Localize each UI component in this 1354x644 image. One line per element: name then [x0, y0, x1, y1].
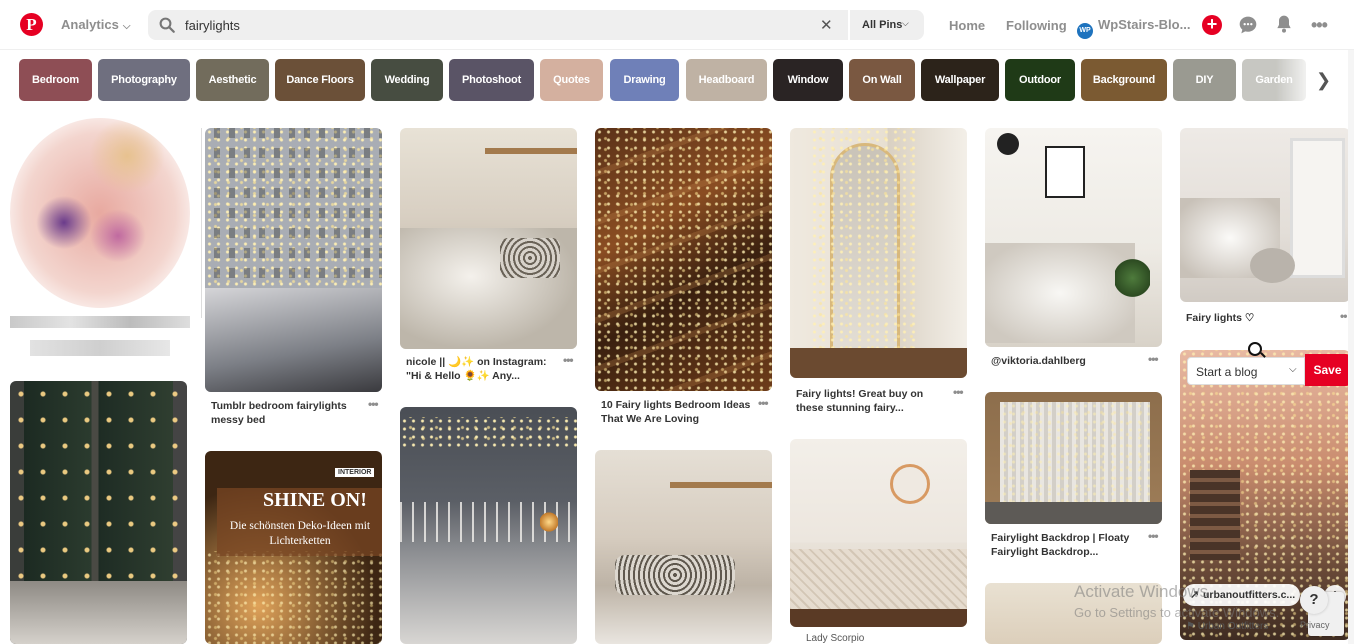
pin-more-icon[interactable]: •• [1340, 309, 1347, 323]
pin-title[interactable]: Fairy lights! Great buy on these stunnin… [796, 387, 946, 415]
clear-search-icon[interactable]: ✕ [820, 16, 833, 34]
category-pill-bedroom[interactable]: Bedroom [19, 59, 92, 101]
pin-tag: INTERIOR [335, 468, 375, 477]
pin-curtain-backdrop[interactable] [985, 392, 1162, 524]
search-input[interactable]: fairylights [185, 18, 240, 33]
category-pill-dance-floors[interactable]: Dance Floors [275, 59, 365, 101]
category-pill-headboard[interactable]: Headboard [686, 59, 767, 101]
board-select-dropdown[interactable]: Start a blog ⌵ [1187, 357, 1305, 385]
more-options-icon[interactable]: ••• [1311, 15, 1328, 36]
search-bar[interactable]: fairylights ✕ All Pins ⌵ [148, 10, 924, 40]
pin-window-star-lights[interactable] [10, 381, 187, 644]
category-pill-wallpaper[interactable]: Wallpaper [921, 59, 999, 101]
pin-title[interactable]: Tumblr bedroom fairylights messy bed [211, 399, 361, 427]
pin-bedroom-shelf-2[interactable] [595, 450, 772, 644]
pin-subline: Die schönsten Deko-Ideen mit Lichterkett… [229, 520, 371, 547]
privacy-link[interactable]: Privacy [1300, 620, 1330, 630]
help-button[interactable]: ? [1300, 586, 1328, 614]
pin-title[interactable]: Fairy lights ♡ [1186, 311, 1336, 325]
pin-title[interactable]: @viktoria.dahlberg [991, 354, 1141, 368]
notifications-bell-icon[interactable] [1274, 14, 1294, 34]
profile-avatar: WP [1077, 23, 1093, 39]
page-scrollbar[interactable] [1348, 50, 1354, 644]
blurred-profile-image [10, 118, 190, 308]
category-pill-wedding[interactable]: Wedding [371, 59, 443, 101]
pin-bed-icicle-lights[interactable] [400, 407, 577, 644]
pin-living-room[interactable] [790, 439, 967, 627]
activate-windows-subtext: Go to Settings to activate Windows. [1074, 605, 1280, 620]
chevron-down-icon: ⌵ [122, 21, 131, 32]
pin-title[interactable]: nicole || 🌙✨ on Instagram: "Hi & Hello 🌻… [406, 355, 556, 383]
category-pill-diy[interactable]: DIY [1173, 59, 1236, 101]
category-pill-background[interactable]: Background [1081, 59, 1167, 101]
search-scope-select[interactable]: All Pins [862, 19, 902, 31]
category-pill-photoshoot[interactable]: Photoshoot [449, 59, 534, 101]
top-nav-bar: P Analytics ⌵ fairylights ✕ All Pins ⌵ Ho… [0, 0, 1354, 50]
pin-more-icon[interactable]: ••• [1148, 529, 1159, 543]
messages-icon[interactable] [1238, 15, 1258, 35]
pin-source-name[interactable]: ⚑ Urban Outfitters [1186, 621, 1268, 632]
create-plus-icon[interactable]: + [1202, 15, 1222, 35]
board-select-label: Start a blog [1196, 365, 1258, 379]
pin-headline: SHINE ON! [263, 489, 367, 511]
source-name-text: Urban Outfitters [1197, 621, 1269, 632]
category-pill-window[interactable]: Window [773, 59, 843, 101]
profile-name: WpStairs-Blo... [1098, 17, 1191, 32]
pills-fade [1276, 55, 1316, 105]
category-pill-on-wall[interactable]: On Wall [849, 59, 915, 101]
pin-title[interactable]: Fairylight Backdrop | Floaty Fairylight … [991, 531, 1141, 559]
nav-profile-link[interactable]: WP WpStairs-Blo... [1077, 17, 1190, 39]
source-domain: urbanoutfitters.c... [1203, 589, 1296, 601]
category-pill-photography[interactable]: Photography [98, 59, 190, 101]
blurred-profile-name [10, 316, 190, 328]
pin-bedroom-shelf[interactable] [400, 128, 577, 349]
pin-more-icon[interactable]: ••• [563, 353, 574, 367]
pin-title[interactable]: 10 Fairy lights Bedroom Ideas That We Ar… [601, 398, 751, 426]
analytics-label: Analytics [61, 17, 119, 32]
category-pill-drawing[interactable]: Drawing [610, 59, 679, 101]
search-icon [159, 17, 175, 33]
pin-more-icon[interactable]: ••• [1148, 352, 1159, 366]
chevron-down-icon: ⌵ [1289, 364, 1297, 375]
pin-shine-on[interactable]: INTERIOR SHINE ON! Die schönsten Deko-Id… [205, 451, 382, 644]
zoom-cursor-icon [1248, 342, 1262, 356]
pin-author[interactable]: Lady Scorpio [806, 633, 864, 644]
analytics-menu[interactable]: Analytics ⌵ [61, 17, 130, 32]
pin-mirror-lights[interactable] [790, 128, 967, 378]
save-button[interactable]: Save [1305, 354, 1350, 386]
pin-more-icon[interactable]: ••• [953, 385, 964, 399]
nav-home-link[interactable]: Home [949, 18, 985, 33]
pin-photo-wall-lights[interactable] [205, 128, 382, 392]
column-divider [201, 128, 202, 318]
chevron-down-icon: ⌵ [902, 18, 909, 28]
category-pill-outdoor[interactable]: Outdoor [1005, 59, 1075, 101]
category-pill-quotes[interactable]: Quotes [540, 59, 603, 101]
search-divider [848, 10, 850, 40]
pin-more-icon[interactable]: ••• [758, 396, 769, 410]
category-pill-aesthetic[interactable]: Aesthetic [196, 59, 269, 101]
pin-more-icon[interactable]: ••• [368, 397, 379, 411]
chevron-right-icon[interactable]: ❯ [1316, 70, 1331, 91]
nav-following-link[interactable]: Following [1006, 18, 1067, 33]
pin-white-bedroom[interactable] [1180, 128, 1350, 302]
blurred-profile-subtitle [30, 340, 170, 356]
activate-windows-watermark: Activate Windows [1074, 582, 1209, 601]
pin-bedroom-plants[interactable] [985, 128, 1162, 347]
pin-attic-photo-lights[interactable] [595, 128, 772, 391]
pinterest-logo-icon[interactable]: P [20, 13, 43, 36]
